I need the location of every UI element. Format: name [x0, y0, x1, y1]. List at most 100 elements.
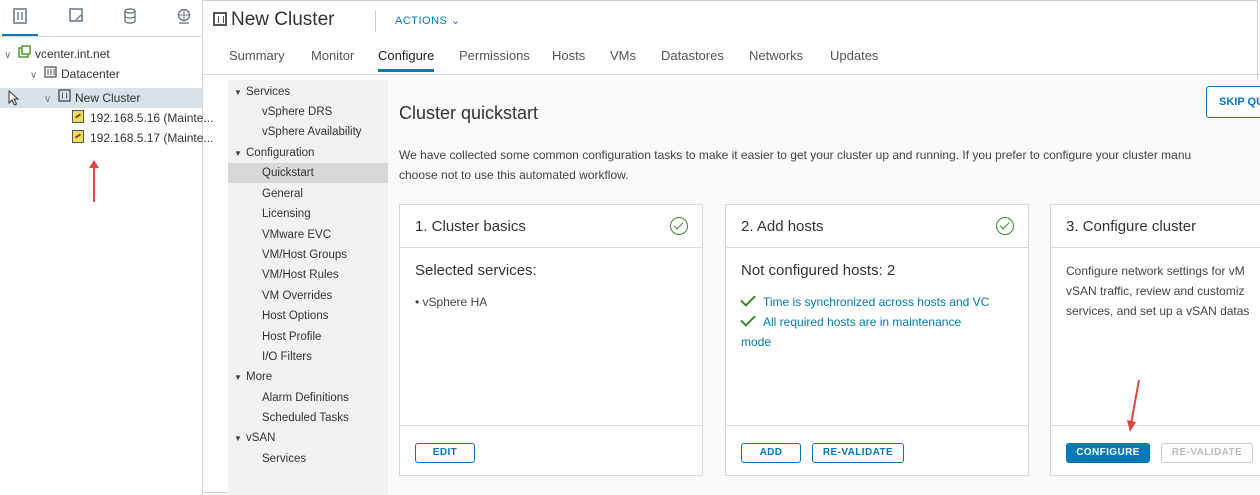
object-header: New Cluster ACTIONS ⌄ [203, 0, 1260, 38]
subnav-item-vsphere-drs[interactable]: vSphere DRS [262, 102, 388, 122]
quickstart-title: Cluster quickstart [399, 103, 539, 123]
subnav-item-vm-host-rules[interactable]: VM/Host Rules [262, 265, 388, 285]
checkmark-icon [740, 311, 756, 327]
card-text-line: Configure network settings for vM [1066, 264, 1245, 278]
card-header: 2. Add hosts [726, 205, 1028, 248]
selected-service-item: • vSphere HA [415, 295, 488, 309]
subnav-group-services[interactable]: ▼ Services [234, 82, 290, 102]
tree-node-datacenter[interactable]: ∨ Datacenter [0, 64, 202, 84]
card-description: Configure network settings for vM vSAN t… [1066, 261, 1249, 321]
tree-label-cluster: New Cluster [75, 91, 141, 105]
caret-down-icon: ▼ [234, 434, 242, 443]
tree-label-host: 192.168.5.16 (Mainte... [90, 111, 214, 125]
configure-subnav: ▼ Services vSphere DRS vSphere Availabili… [228, 80, 388, 495]
subnav-item-general[interactable]: General [262, 184, 388, 204]
card-footer: ADD RE-VALIDATE [726, 425, 1028, 475]
storage-icon[interactable] [118, 8, 142, 30]
actions-menu-button[interactable]: ACTIONS ⌄ [395, 14, 461, 27]
tab-monitor[interactable]: Monitor [311, 48, 354, 63]
tab-hosts[interactable]: Hosts [552, 48, 585, 63]
validation-text-continued: mode [741, 335, 772, 349]
card-title: 3. Configure cluster [1066, 218, 1197, 235]
quickstart-panel: Cluster quickstart SKIP QU We have colle… [388, 80, 1260, 495]
vcenter-icon [16, 44, 32, 64]
validation-list: Time is synchronized across hosts and VC… [740, 291, 990, 352]
hosts-clusters-icon[interactable] [2, 8, 38, 36]
revalidate-button[interactable]: RE-VALIDATE [812, 443, 904, 463]
skip-quickstart-button[interactable]: SKIP QU [1206, 86, 1260, 118]
host-maintenance-icon [72, 110, 84, 123]
validation-item: All required hosts are in maintenance [740, 311, 989, 332]
tree-node-cluster[interactable]: ∨ New Cluster [0, 88, 202, 108]
checkmark-icon [740, 291, 756, 307]
subnav-item-vsan-services[interactable]: Services [262, 449, 388, 469]
subnav-group-label: More [246, 371, 273, 383]
edit-button[interactable]: EDIT [415, 443, 475, 463]
annotation-arrow [89, 160, 99, 202]
cluster-icon [213, 12, 227, 26]
card-title: 1. Cluster basics [415, 218, 526, 235]
tree-node-host[interactable]: 192.168.5.16 (Mainte... [72, 108, 213, 128]
check-circle-icon [670, 217, 688, 235]
card-header: 1. Cluster basics [400, 205, 702, 248]
tab-permissions[interactable]: Permissions [459, 48, 530, 63]
subnav-group-more[interactable]: ▼ More [234, 367, 272, 387]
host-maintenance-icon [72, 130, 84, 143]
subnav-item-alarm-definitions[interactable]: Alarm Definitions [262, 388, 388, 408]
subnav-item-vsphere-availability[interactable]: vSphere Availability [262, 122, 388, 142]
cluster-icon [56, 88, 72, 108]
tab-vms[interactable]: VMs [610, 48, 636, 63]
validation-text: Time is synchronized across hosts and VC [763, 295, 990, 309]
subnav-item-vm-host-groups[interactable]: VM/Host Groups [262, 245, 388, 265]
card-header: 3. Configure cluster [1051, 205, 1260, 248]
caret-down-icon: ▼ [234, 149, 242, 158]
add-button[interactable]: ADD [741, 443, 801, 463]
subnav-item-vmware-evc[interactable]: VMware EVC [262, 225, 388, 245]
card-text-line: services, and set up a vSAN datas [1066, 304, 1250, 318]
tree-label-vcenter: vcenter.int.net [35, 47, 110, 61]
validation-text: All required hosts are in maintenance [763, 315, 962, 329]
card-footer: EDIT [400, 425, 702, 475]
quickstart-description: We have collected some common configurat… [399, 145, 1260, 185]
page-title: New Cluster [231, 9, 335, 30]
tree-label-datacenter: Datacenter [61, 67, 120, 81]
tree-node-host[interactable]: 192.168.5.17 (Mainte... [72, 128, 213, 148]
subnav-item-scheduled-tasks[interactable]: Scheduled Tasks [262, 408, 388, 428]
annotation-arrow [1127, 379, 1140, 432]
subnav-item-host-profile[interactable]: Host Profile [262, 327, 388, 347]
chevron-down-icon[interactable]: ∨ [4, 46, 16, 66]
tab-configure[interactable]: Configure [378, 48, 435, 72]
datacenter-icon [42, 64, 58, 84]
vms-templates-icon[interactable] [64, 8, 88, 30]
subnav-group-label: vSAN [246, 432, 276, 444]
revalidate-button[interactable]: RE-VALIDATE [1161, 443, 1253, 463]
mouse-cursor-icon [8, 89, 20, 111]
card-text-line: vSAN traffic, review and customiz [1066, 284, 1245, 298]
subnav-item-licensing[interactable]: Licensing [262, 204, 388, 224]
chevron-down-icon[interactable]: ∨ [30, 66, 42, 86]
chevron-down-icon[interactable]: ∨ [44, 90, 56, 110]
tab-networks[interactable]: Networks [749, 48, 803, 63]
tree-node-vcenter[interactable]: ∨ vcenter.int.net [0, 44, 202, 64]
card-configure-cluster: 3. Configure cluster Configure network s… [1050, 204, 1260, 476]
subnav-group-vsan[interactable]: ▼ vSAN [234, 428, 275, 448]
inventory-navigator: ∨ vcenter.int.net ∨ Datacenter ∨ New Cluste… [0, 0, 213, 495]
subnav-group-configuration[interactable]: ▼ Configuration [234, 143, 314, 163]
card-cluster-basics: 1. Cluster basics Selected services: • v… [399, 204, 703, 476]
caret-down-icon: ▼ [234, 373, 242, 382]
networking-icon[interactable] [172, 8, 196, 30]
subnav-item-host-options[interactable]: Host Options [262, 306, 388, 326]
card-title: 2. Add hosts [741, 218, 824, 235]
card-footer: CONFIGURE RE-VALIDATE [1051, 425, 1260, 475]
tab-datastores[interactable]: Datastores [661, 48, 724, 63]
description-line: We have collected some common configurat… [399, 148, 1192, 162]
tab-updates[interactable]: Updates [830, 48, 878, 63]
subnav-item-quickstart[interactable]: Quickstart [228, 163, 388, 183]
configure-button[interactable]: CONFIGURE [1066, 443, 1150, 463]
tab-summary[interactable]: Summary [229, 48, 285, 63]
subnav-item-vm-overrides[interactable]: VM Overrides [262, 286, 388, 306]
validation-item: Time is synchronized across hosts and VC [740, 291, 990, 312]
subnav-item-io-filters[interactable]: I/O Filters [262, 347, 388, 367]
subnav-group-label: Configuration [246, 147, 315, 159]
tree-label-host: 192.168.5.17 (Mainte... [90, 131, 214, 145]
